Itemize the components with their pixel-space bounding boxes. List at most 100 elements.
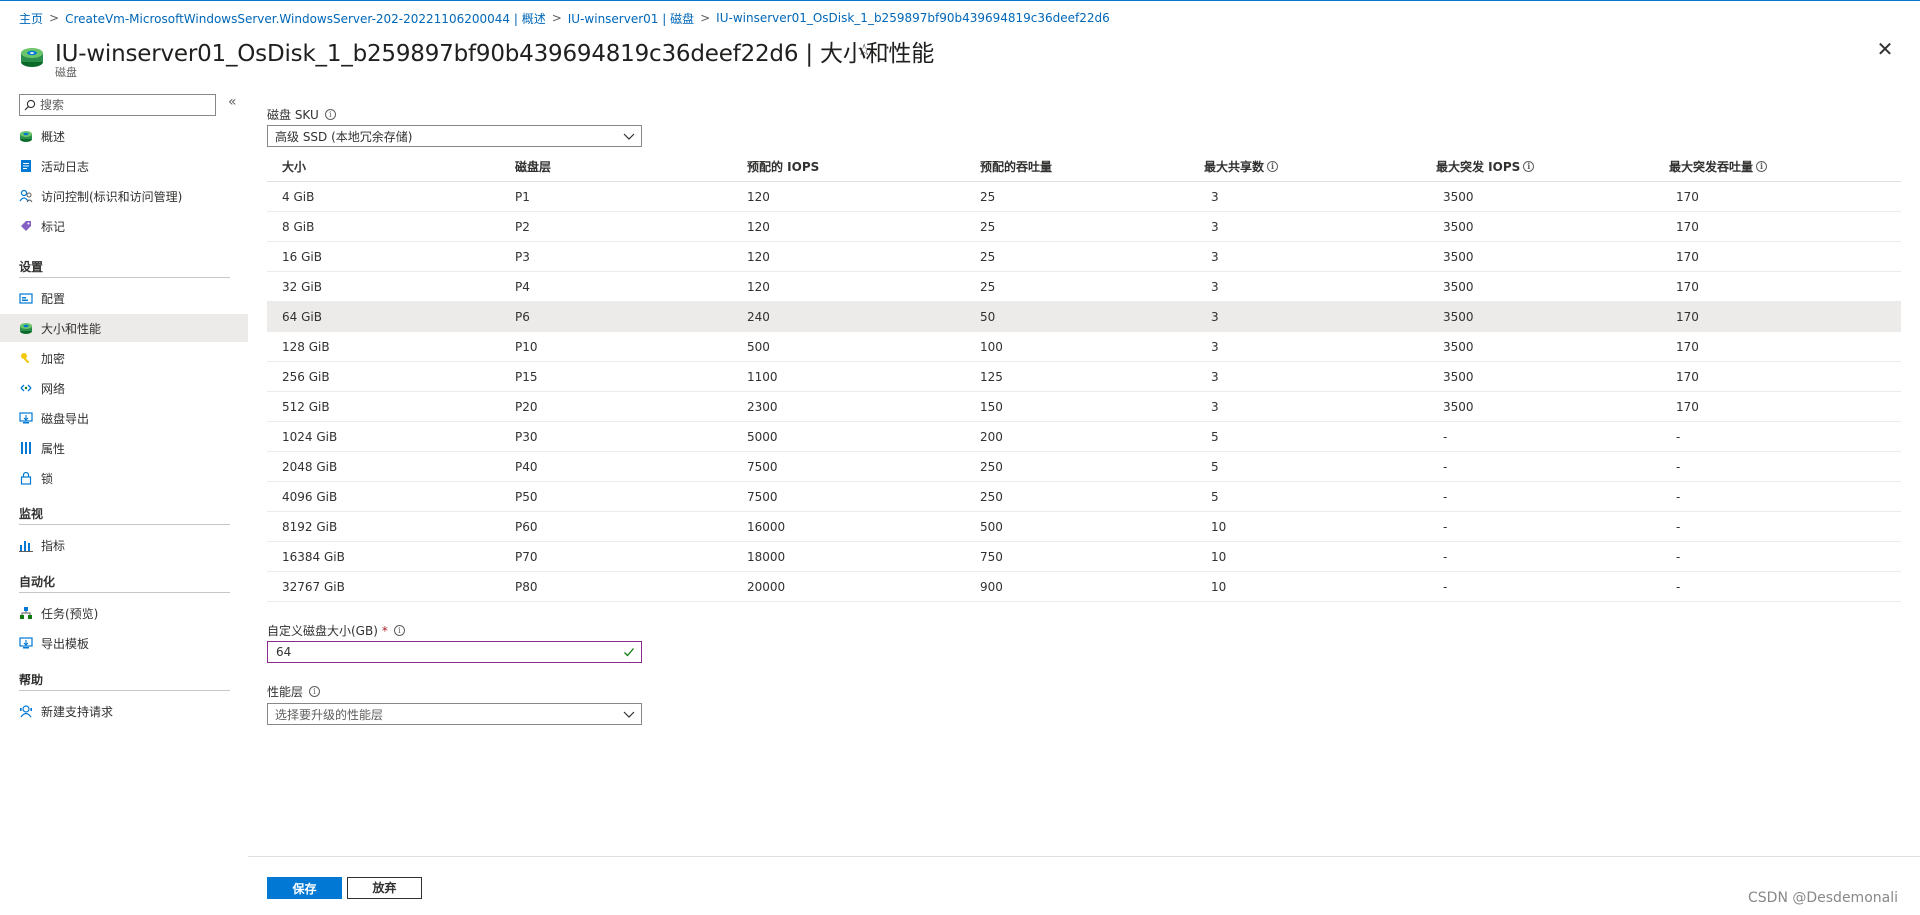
breadcrumb-vm-disks[interactable]: IU-winserver01 | 磁盘 bbox=[568, 10, 694, 27]
disk-sku-value: 高级 SSD (本地冗余存储) bbox=[275, 129, 413, 144]
cell-iops: 120 bbox=[747, 250, 770, 264]
column-header-burst-throughput[interactable]: 最大突发吞吐量 i bbox=[1669, 158, 1768, 175]
sidebar-item-access-control[interactable]: 访问控制(标识和访问管理) bbox=[0, 182, 248, 210]
column-header-size[interactable]: 大小 bbox=[282, 158, 306, 175]
perf-tier-dropdown[interactable]: 选择要升级的性能层 bbox=[267, 703, 642, 725]
table-row[interactable]: 1024 GiB P30 5000 200 5 - - bbox=[267, 422, 1901, 452]
info-icon[interactable]: i bbox=[1756, 161, 1768, 172]
sidebar-item-tags[interactable]: 标记 bbox=[0, 212, 248, 240]
star-icon[interactable]: ☆ bbox=[857, 40, 871, 59]
table-row[interactable]: 32 GiB P4 120 25 3 3500 170 bbox=[267, 272, 1901, 302]
breadcrumb-disk[interactable]: IU-winserver01_OsDisk_1_b259897bf90b4396… bbox=[716, 11, 1110, 25]
info-icon[interactable]: i bbox=[1267, 161, 1279, 172]
cell-burst-iops: 3500 bbox=[1443, 310, 1474, 324]
perf-tier-label-text: 性能层 bbox=[267, 685, 304, 699]
cell-burst-throughput: 170 bbox=[1676, 310, 1699, 324]
sidebar-item-export-template[interactable]: 导出模板 bbox=[0, 629, 248, 657]
sidebar-item-networking[interactable]: 网络 bbox=[0, 374, 248, 402]
sidebar-item-configuration[interactable]: 配置 bbox=[0, 284, 248, 312]
sidebar-item-encryption[interactable]: 加密 bbox=[0, 344, 248, 372]
sidebar-item-locks[interactable]: 锁 bbox=[0, 464, 248, 492]
info-icon[interactable]: i bbox=[324, 109, 336, 120]
cell-throughput: 150 bbox=[980, 400, 1003, 414]
info-icon[interactable]: i bbox=[393, 625, 405, 636]
cell-size: 256 GiB bbox=[282, 370, 330, 384]
cell-burst-throughput: 170 bbox=[1676, 400, 1699, 414]
watermark: CSDN @Desdemonali bbox=[1748, 890, 1898, 906]
column-header-max-shares[interactable]: 最大共享数 i bbox=[1204, 158, 1279, 175]
column-header-burst-iops[interactable]: 最大突发 IOPS i bbox=[1436, 158, 1535, 175]
table-row[interactable]: 4096 GiB P50 7500 250 5 - - bbox=[267, 482, 1901, 512]
cell-iops: 240 bbox=[747, 310, 770, 324]
sidebar-item-overview[interactable]: 概述 bbox=[0, 122, 248, 150]
sidebar-item-label: 活动日志 bbox=[41, 159, 90, 174]
sidebar-section-settings: 设置 bbox=[19, 256, 230, 278]
cell-iops: 18000 bbox=[747, 550, 786, 564]
cell-burst-throughput: 170 bbox=[1676, 340, 1699, 354]
cell-size: 16384 GiB bbox=[282, 550, 345, 564]
sidebar-search[interactable] bbox=[19, 94, 216, 116]
discard-button[interactable]: 放弃 bbox=[347, 877, 422, 899]
sidebar-item-label: 磁盘导出 bbox=[41, 411, 90, 426]
sidebar-item-new-support-request[interactable]: 新建支持请求 bbox=[0, 697, 248, 725]
sidebar-item-size-performance[interactable]: 大小和性能 bbox=[0, 314, 248, 342]
breadcrumb-separator: > bbox=[49, 11, 60, 25]
table-row[interactable]: 32767 GiB P80 20000 900 10 - - bbox=[267, 572, 1901, 602]
cell-max-shares: 5 bbox=[1211, 490, 1219, 504]
sidebar-item-label: 大小和性能 bbox=[41, 321, 102, 336]
cell-throughput: 200 bbox=[980, 430, 1003, 444]
sidebar-item-label: 任务(预览) bbox=[41, 606, 99, 621]
cell-throughput: 25 bbox=[980, 220, 996, 234]
sidebar-item-activity-log[interactable]: 活动日志 bbox=[0, 152, 248, 180]
collapse-sidebar-icon[interactable]: « bbox=[228, 94, 237, 110]
sidebar-item-tasks[interactable]: 任务(预览) bbox=[0, 599, 248, 627]
cell-throughput: 25 bbox=[980, 250, 996, 264]
breadcrumb-home[interactable]: 主页 bbox=[19, 10, 43, 27]
custom-size-field[interactable] bbox=[267, 641, 642, 663]
people-icon bbox=[19, 189, 33, 203]
cell-size: 64 GiB bbox=[282, 310, 322, 324]
close-icon[interactable]: ✕ bbox=[1874, 38, 1896, 60]
search-input[interactable] bbox=[40, 98, 210, 112]
cell-size: 4 GiB bbox=[282, 190, 315, 204]
top-accent-line bbox=[0, 0, 1920, 1]
table-row[interactable]: 512 GiB P20 2300 150 3 3500 170 bbox=[267, 392, 1901, 422]
sidebar-item-label: 加密 bbox=[41, 351, 66, 366]
cell-max-shares: 10 bbox=[1211, 520, 1227, 534]
ellipsis-icon[interactable]: ··· bbox=[885, 38, 903, 57]
table-row[interactable]: 8 GiB P2 120 25 3 3500 170 bbox=[267, 212, 1901, 242]
tasks-icon bbox=[19, 606, 33, 620]
table-row[interactable]: 64 GiB P6 240 50 3 3500 170 bbox=[267, 302, 1901, 332]
table-row[interactable]: 16 GiB P3 120 25 3 3500 170 bbox=[267, 242, 1901, 272]
cell-burst-iops: 3500 bbox=[1443, 220, 1474, 234]
disk-sku-label-text: 磁盘 SKU bbox=[267, 108, 319, 122]
disk-sku-dropdown[interactable]: 高级 SSD (本地冗余存储) bbox=[267, 125, 642, 147]
table-header: 大小 磁盘层 预配的 IOPS 预配的吞吐量 最大共享数 i 最大突发 IOPS i… bbox=[267, 152, 1901, 182]
table-row[interactable]: 4 GiB P1 120 25 3 3500 170 bbox=[267, 182, 1901, 212]
column-header-burst-iops-text: 最大突发 IOPS bbox=[1436, 160, 1521, 174]
custom-size-input[interactable] bbox=[276, 645, 596, 659]
column-header-iops[interactable]: 预配的 IOPS bbox=[747, 158, 819, 175]
table-row[interactable]: 128 GiB P10 500 100 3 3500 170 bbox=[267, 332, 1901, 362]
sidebar-item-disk-export[interactable]: 磁盘导出 bbox=[0, 404, 248, 432]
cell-burst-iops: 3500 bbox=[1443, 280, 1474, 294]
column-header-tier[interactable]: 磁盘层 bbox=[515, 158, 551, 175]
cell-throughput: 100 bbox=[980, 340, 1003, 354]
table-row[interactable]: 16384 GiB P70 18000 750 10 - - bbox=[267, 542, 1901, 572]
cell-burst-iops: - bbox=[1443, 490, 1448, 504]
sidebar-item-metrics[interactable]: 指标 bbox=[0, 531, 248, 559]
info-icon[interactable]: i bbox=[309, 686, 321, 697]
sidebar-item-properties[interactable]: 属性 bbox=[0, 434, 248, 462]
sidebar: « 概述 活动日志 访问控制(标识和访问管理) 标记 设置 配置 大小和性能 加… bbox=[0, 90, 248, 850]
cell-max-shares: 3 bbox=[1211, 310, 1219, 324]
table-row[interactable]: 2048 GiB P40 7500 250 5 - - bbox=[267, 452, 1901, 482]
column-header-throughput[interactable]: 预配的吞吐量 bbox=[980, 158, 1052, 175]
breadcrumb-vm-overview[interactable]: CreateVm-MicrosoftWindowsServer.WindowsS… bbox=[65, 10, 546, 27]
table-row[interactable]: 256 GiB P15 1100 125 3 3500 170 bbox=[267, 362, 1901, 392]
cell-max-shares: 10 bbox=[1211, 550, 1227, 564]
info-icon[interactable]: i bbox=[1523, 161, 1535, 172]
cell-throughput: 900 bbox=[980, 580, 1003, 594]
table-row[interactable]: 8192 GiB P60 16000 500 10 - - bbox=[267, 512, 1901, 542]
save-button[interactable]: 保存 bbox=[267, 877, 342, 899]
cell-tier: P3 bbox=[515, 250, 530, 264]
